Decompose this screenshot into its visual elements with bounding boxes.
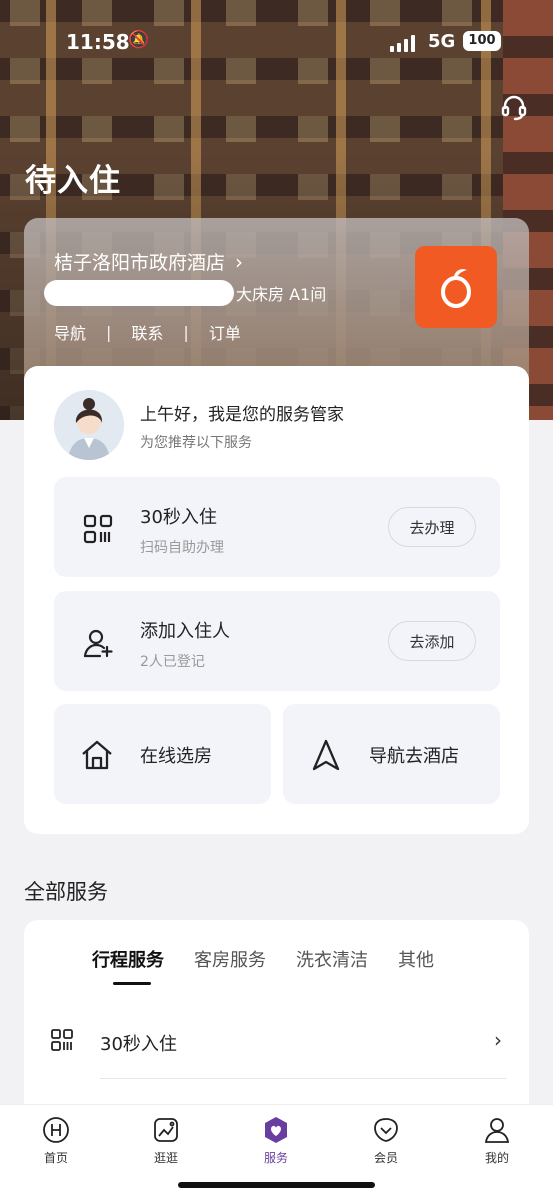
signal-icon	[390, 34, 415, 52]
tab-label: 逛逛	[153, 1151, 178, 1165]
member-heart-icon	[371, 1115, 401, 1145]
battery-icon: 100	[463, 31, 501, 51]
qr-code-icon	[51, 1029, 73, 1051]
checkin-button[interactable]: 去办理	[388, 507, 476, 547]
orange-logo-icon	[415, 246, 497, 328]
chevron-right-icon: ›	[494, 1028, 502, 1052]
quick-action-label: 导航去酒店	[369, 746, 459, 767]
tab-trip-service[interactable]: 行程服务	[92, 946, 164, 985]
headset-icon[interactable]	[500, 93, 528, 121]
service-title: 30秒入住	[140, 507, 217, 528]
list-item[interactable]: 30秒入住 ›	[50, 1022, 502, 1062]
service-tabs: 行程服务 客房服务 洗衣清洁 其他	[92, 946, 434, 985]
silent-icon: 🔕	[128, 30, 150, 50]
steward-avatar	[54, 390, 124, 460]
room-type: 大床房 A1间	[236, 285, 327, 304]
navigation-link[interactable]: 导航	[54, 320, 86, 344]
page-title: 待入住	[25, 163, 121, 199]
tab-other[interactable]: 其他	[398, 946, 434, 972]
tab-mine[interactable]: 我的	[457, 1115, 537, 1166]
picture-icon	[151, 1115, 181, 1145]
tab-label: 首页	[43, 1151, 68, 1165]
add-user-icon	[83, 629, 113, 658]
navigate-to-hotel-button[interactable]: 导航去酒店	[283, 704, 500, 804]
navigation-icon	[312, 739, 340, 771]
tab-member[interactable]: 会员	[346, 1115, 426, 1166]
service-title: 添加入住人	[140, 621, 230, 642]
divider	[100, 1078, 506, 1079]
status-time: 11:58	[66, 30, 130, 54]
steward-subtitle: 为您推荐以下服务	[140, 435, 252, 451]
tab-label: 服务	[263, 1151, 288, 1165]
list-item-label: 30秒入住	[100, 1034, 177, 1055]
hotel-name: 桔子洛阳市政府酒店	[54, 252, 226, 274]
tab-label: 会员	[373, 1151, 398, 1165]
steward-service-card: 上午好，我是您的服务管家 为您推荐以下服务 30秒入住 扫码自助办理 去办理 添…	[24, 366, 529, 834]
qr-code-icon	[83, 514, 113, 544]
home-indicator	[178, 1182, 375, 1188]
tab-laundry[interactable]: 洗衣清洁	[296, 946, 368, 972]
room-info: 大床房 A1间	[44, 280, 326, 306]
chevron-right-icon: ›	[235, 249, 244, 274]
service-row-checkin[interactable]: 30秒入住 扫码自助办理 去办理	[54, 477, 500, 577]
tab-home[interactable]: 首页	[16, 1115, 96, 1166]
add-guest-button[interactable]: 去添加	[388, 621, 476, 661]
user-icon	[482, 1115, 512, 1145]
tab-room-service[interactable]: 客房服务	[194, 946, 266, 972]
home-icon	[82, 740, 112, 770]
order-link[interactable]: 订单	[209, 320, 241, 344]
redacted-text	[44, 280, 234, 306]
tab-label: 我的	[484, 1151, 509, 1165]
service-subtitle: 2人已登记	[140, 654, 205, 670]
service-row-add-guest[interactable]: 添加入住人 2人已登记 去添加	[54, 591, 500, 691]
service-subtitle: 扫码自助办理	[140, 540, 224, 556]
all-services-title: 全部服务	[24, 880, 108, 904]
divider: |	[183, 322, 189, 342]
steward-greeting: 上午好，我是您的服务管家	[140, 405, 344, 425]
network-type: 5G	[428, 31, 456, 52]
home-h-icon	[41, 1115, 71, 1145]
online-room-select-button[interactable]: 在线选房	[54, 704, 271, 804]
quick-action-label: 在线选房	[140, 746, 212, 767]
tab-explore[interactable]: 逛逛	[126, 1115, 206, 1166]
divider: |	[106, 322, 112, 342]
contact-link[interactable]: 联系	[131, 320, 163, 344]
tab-service[interactable]: 服务	[236, 1115, 316, 1166]
hotel-name-link[interactable]: 桔子洛阳市政府酒店 ›	[54, 248, 243, 275]
service-heart-icon	[261, 1115, 291, 1145]
status-bar: 11:58 🔕 5G 100	[0, 30, 553, 58]
hotel-links: 导航 | 联系 | 订单	[54, 320, 241, 344]
